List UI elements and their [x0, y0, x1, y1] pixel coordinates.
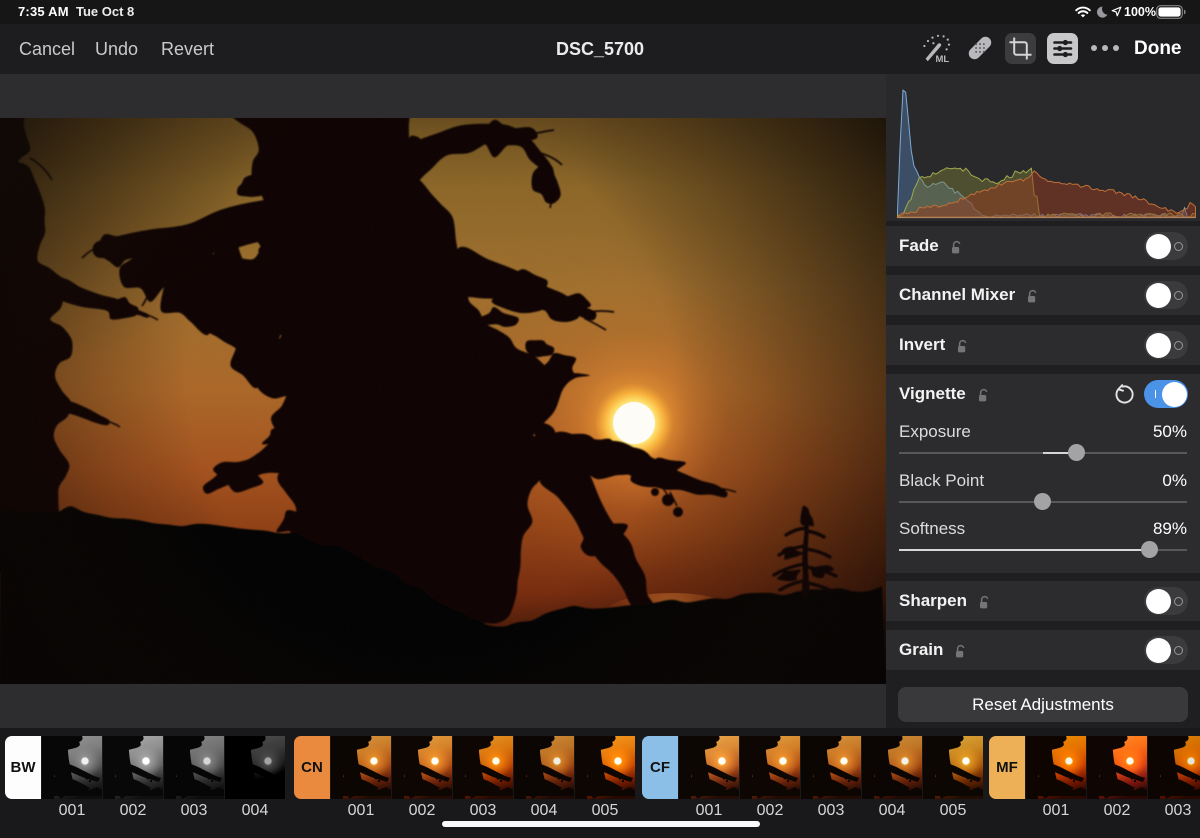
svg-text:ML: ML — [936, 54, 950, 63]
